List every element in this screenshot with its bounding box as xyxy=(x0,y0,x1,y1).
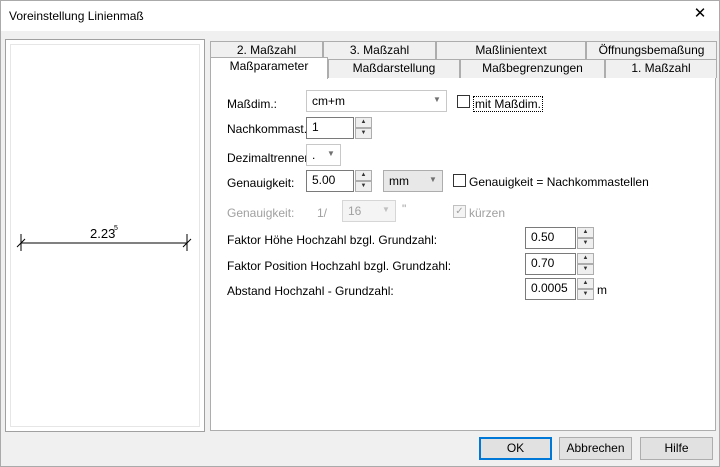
dezimaltrenner-label: Dezimaltrenner: xyxy=(227,151,312,165)
tab-masslinientext[interactable]: Maßlinientext xyxy=(436,41,586,60)
title-bar: Voreinstellung Linienmaß ✕ xyxy=(1,1,719,31)
genauigkeit-unit-value: mm xyxy=(389,174,409,188)
faktor-hoehe-label: Faktor Höhe Hochzahl bzgl. Grundzahl: xyxy=(227,233,438,247)
abstand-stepper[interactable]: ▲ ▼ xyxy=(577,278,594,300)
genauigkeit-stepper[interactable]: ▲ ▼ xyxy=(355,170,372,192)
tab-row-front: Maßparameter Maßdarstellung Maßbegrenzun… xyxy=(210,57,717,79)
spin-up-icon[interactable]: ▲ xyxy=(577,227,594,238)
chevron-down-icon: ▼ xyxy=(429,175,437,184)
chevron-down-icon: ▼ xyxy=(433,95,441,104)
dimension-text: 2.23 xyxy=(90,226,115,241)
tab-oeffnungsbemassung[interactable]: Öffnungsbemaßung xyxy=(586,41,717,60)
abstand-unit: m xyxy=(597,283,607,297)
genauigkeit-input[interactable]: 5.00 xyxy=(306,170,354,192)
abstand-input[interactable]: 0.0005 xyxy=(525,278,576,300)
tab-massparameter[interactable]: Maßparameter xyxy=(210,57,328,79)
spin-down-icon[interactable]: ▼ xyxy=(355,181,372,192)
dezimaltrenner-value: . xyxy=(312,148,316,162)
spin-up-icon[interactable]: ▲ xyxy=(577,278,594,289)
spin-down-icon[interactable]: ▼ xyxy=(577,238,594,249)
genauigkeit-frac-select: 16 ▼ xyxy=(342,200,396,222)
spin-down-icon[interactable]: ▼ xyxy=(577,289,594,300)
dimension-preview: 2.23 5 xyxy=(16,225,192,251)
tab-panel-massparameter: Maßdim.: cm+m ▼ mit Maßdim. Nachkommast.… xyxy=(210,77,716,431)
nachkommast-label: Nachkommast.: xyxy=(227,122,311,136)
mit-massdim-checkbox[interactable] xyxy=(457,95,470,108)
ok-button[interactable]: OK xyxy=(479,437,552,460)
tab-massbegrenzungen[interactable]: Maßbegrenzungen xyxy=(460,59,605,78)
genauigkeit-frac-value: 16 xyxy=(348,204,362,218)
tab-3-masszahl[interactable]: 3. Maßzahl xyxy=(323,41,436,60)
dimension-superscript: 5 xyxy=(114,225,118,232)
preview-pane: 2.23 5 xyxy=(5,39,205,432)
spin-up-icon[interactable]: ▲ xyxy=(355,117,372,128)
abstand-label: Abstand Hochzahl - Grundzahl: xyxy=(227,284,394,298)
chevron-down-icon: ▼ xyxy=(327,149,335,158)
window-title: Voreinstellung Linienmaß xyxy=(9,9,144,23)
kuerzen-label: kürzen xyxy=(469,206,506,220)
spin-up-icon[interactable]: ▲ xyxy=(577,253,594,264)
spin-down-icon[interactable]: ▼ xyxy=(355,128,372,139)
dialog-window: Voreinstellung Linienmaß ✕ 2.23 5 2. Maß… xyxy=(0,0,720,467)
kuerzen-checkbox: ✓ xyxy=(453,205,466,218)
faktor-position-stepper[interactable]: ▲ ▼ xyxy=(577,253,594,275)
dezimaltrenner-select[interactable]: . ▼ xyxy=(306,144,341,166)
faktor-position-label: Faktor Position Hochzahl bzgl. Grundzahl… xyxy=(227,259,452,273)
faktor-position-input[interactable]: 0.70 xyxy=(525,253,576,275)
mit-massdim-label[interactable]: mit Maßdim. xyxy=(473,96,543,112)
faktor-hoehe-stepper[interactable]: ▲ ▼ xyxy=(577,227,594,249)
massdim-value: cm+m xyxy=(312,94,345,108)
massdim-select[interactable]: cm+m ▼ xyxy=(306,90,447,112)
nachkommast-input[interactable]: 1 xyxy=(306,117,354,139)
genauigkeit-frac-prefix: 1/ xyxy=(317,206,328,220)
genauigkeit-label: Genauigkeit: xyxy=(227,176,295,190)
massdim-label: Maßdim.: xyxy=(227,97,278,111)
genauigkeit-unit-select[interactable]: mm ▼ xyxy=(383,170,443,192)
faktor-hoehe-input[interactable]: 0.50 xyxy=(525,227,576,249)
spin-down-icon[interactable]: ▼ xyxy=(577,264,594,275)
spin-up-icon[interactable]: ▲ xyxy=(355,170,372,181)
nachkommast-stepper[interactable]: ▲ ▼ xyxy=(355,117,372,139)
genauigkeit-frac-label: Genauigkeit: xyxy=(227,206,295,220)
chevron-down-icon: ▼ xyxy=(382,205,390,214)
close-icon[interactable]: ✕ xyxy=(693,6,707,21)
genauigkeit-nachkommastellen-checkbox[interactable] xyxy=(453,174,466,187)
genauigkeit-nachkommastellen-label: Genauigkeit = Nachkommastellen xyxy=(469,175,649,189)
tab-massdarstellung[interactable]: Maßdarstellung xyxy=(328,59,460,78)
help-button[interactable]: Hilfe xyxy=(640,437,713,460)
genauigkeit-frac-unit: " xyxy=(402,202,407,216)
cancel-button[interactable]: Abbrechen xyxy=(559,437,632,460)
tab-1-masszahl[interactable]: 1. Maßzahl xyxy=(605,59,717,78)
